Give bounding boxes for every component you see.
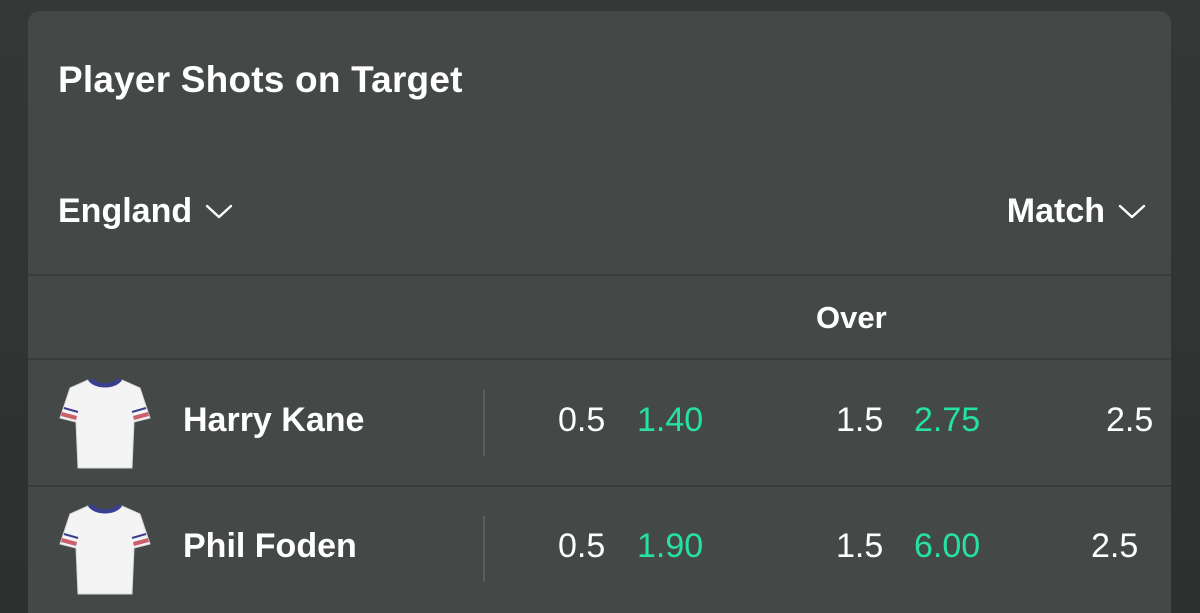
team-filter-label: England	[58, 192, 193, 230]
odds-button[interactable]: 6.00	[914, 526, 980, 566]
header-divider	[28, 274, 1171, 276]
chevron-down-icon	[1118, 204, 1146, 219]
white-kit-shirt-icon	[59, 504, 151, 595]
player-name: Harry Kane	[183, 401, 365, 439]
line-value: 2.5	[1091, 527, 1139, 565]
white-kit-shirt-icon	[59, 378, 151, 469]
row-separator	[483, 516, 485, 582]
odds-button[interactable]: 1.40	[637, 400, 703, 440]
player-row: Phil Foden 0.5 1.90 1.5 6.00 2.5	[28, 486, 1171, 611]
page-background: Player Shots on Target England Match Ove…	[0, 0, 1200, 613]
line-value: 0.5	[558, 527, 606, 565]
line-value: 2.5	[1106, 401, 1154, 439]
market-card: Player Shots on Target England Match Ove…	[28, 11, 1171, 613]
odds-button[interactable]: 2.75	[914, 400, 980, 440]
chevron-down-icon	[205, 204, 233, 219]
line-value: 1.5	[836, 401, 884, 439]
line-value: 1.5	[836, 527, 884, 565]
row-separator	[483, 390, 485, 456]
player-name: Phil Foden	[183, 527, 357, 565]
period-filter-label: Match	[1006, 192, 1105, 230]
odds-button[interactable]: 1.90	[637, 526, 703, 566]
period-filter-dropdown[interactable]: Match	[1007, 191, 1147, 231]
player-row: Harry Kane 0.5 1.40 1.5 2.75 2.5	[28, 360, 1171, 485]
over-column-header: Over	[816, 300, 887, 335]
market-title: Player Shots on Target	[58, 59, 463, 100]
team-filter-dropdown[interactable]: England	[58, 191, 234, 231]
line-value: 0.5	[558, 401, 606, 439]
